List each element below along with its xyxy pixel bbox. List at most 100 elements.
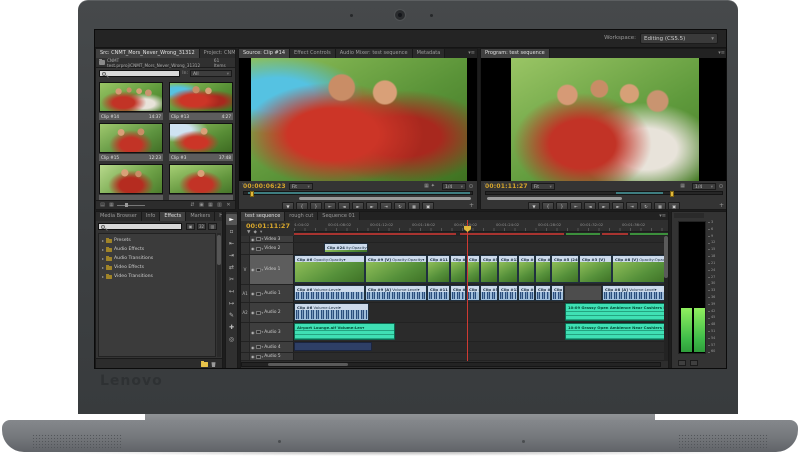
ripple-edit-tool[interactable]: ⇤ [226, 238, 237, 249]
rolling-edit-tool[interactable]: ⇥ [226, 250, 237, 261]
collapse-arrow-icon[interactable]: ▾ [262, 330, 264, 334]
timeline-clip[interactable]: Clip #12 [498, 285, 518, 301]
go-to-out-icon[interactable]: ⇥ [626, 202, 638, 210]
source-scrub-bar[interactable] [243, 191, 473, 195]
play-icon[interactable]: ► [352, 202, 364, 210]
timeline-clip[interactable]: Clip #5 (24%) Fy▾ [551, 255, 579, 283]
track-header[interactable]: ◉▾Audio 4 [241, 342, 294, 352]
clear-icon[interactable]: ✕ [225, 202, 232, 208]
icon-view-icon[interactable]: ▦ [108, 202, 115, 208]
slide-tool[interactable]: ↦ [226, 298, 237, 309]
collapse-arrow-icon[interactable]: ▾ [262, 292, 264, 296]
eye-icon[interactable]: ◉ [251, 246, 255, 251]
project-clip-item[interactable]: Clip #134:27 [168, 80, 235, 121]
track-assign-tag[interactable] [241, 236, 250, 242]
step-forward-icon[interactable]: ► [366, 202, 378, 210]
effects-scrollbar[interactable] [217, 233, 221, 357]
lock-toggle-icon[interactable] [256, 355, 261, 359]
clip-thumbnail[interactable] [169, 82, 233, 112]
collapse-arrow-icon[interactable]: ▾ [262, 247, 264, 251]
set-markers-icon[interactable]: ◆ [253, 230, 256, 235]
add-marker-icon[interactable]: ▼ [528, 202, 540, 210]
lock-toggle-icon[interactable] [256, 345, 261, 349]
track-header[interactable]: V◉▾Video 1 [241, 255, 294, 284]
track-assign-tag[interactable] [241, 353, 250, 360]
track-header[interactable]: ◉▾Audio 5 [241, 353, 294, 360]
step-back-icon[interactable]: ◄ [338, 202, 350, 210]
collapse-arrow-icon[interactable]: ▾ [262, 345, 264, 349]
filter-dropdown[interactable]: All▾ [190, 70, 232, 77]
export-frame-icon[interactable]: ▣ [422, 202, 434, 210]
program-playhead-marker[interactable] [670, 191, 674, 197]
loop-icon[interactable]: ↻ [394, 202, 406, 210]
project-clip-item[interactable]: Clip #337:48 [168, 121, 235, 162]
track-lane[interactable]: Clip #6 Volume:Level▾10:09 Grassy Open A… [294, 303, 669, 322]
eye-icon[interactable]: ◉ [251, 330, 255, 335]
loop-icon[interactable]: ↻ [640, 202, 652, 210]
mark-in-icon[interactable]: { [296, 202, 308, 210]
sequence-tab[interactable]: test sequence [241, 212, 285, 221]
source-tab[interactable]: Source: Clip #14 [239, 49, 290, 58]
new-item-icon[interactable]: ▥ [216, 202, 223, 208]
effects-tab[interactable]: Effects [160, 212, 186, 221]
source-tab[interactable]: Effect Controls [290, 49, 336, 58]
solo-left-icon[interactable] [678, 360, 686, 366]
add-marker-icon[interactable]: ▼ [282, 202, 294, 210]
safe-margins-icon[interactable]: ▦ [654, 202, 666, 210]
effects-folder-row[interactable]: ▸Audio Effects [99, 245, 215, 254]
timeline-clip[interactable]: Airport Lounge.aif Volume:Lev▾ [294, 323, 395, 340]
export-frame-icon[interactable]: ▣ [668, 202, 680, 210]
timeline-clip[interactable]: 10:09 Grassy Open Ambience Near Cashiers… [565, 303, 667, 321]
play-icon[interactable]: ► [598, 202, 610, 210]
marker-menu-icon[interactable]: ▾ [260, 230, 262, 235]
effects-tab[interactable]: History [215, 212, 222, 221]
lock-toggle-icon[interactable] [256, 330, 261, 334]
clip-thumbnail[interactable] [99, 123, 163, 153]
safe-margins-icon[interactable]: ▦ [424, 183, 429, 189]
track-assign-tag[interactable] [241, 342, 250, 352]
track-header[interactable]: A2◉▾Audio 2 [241, 303, 294, 322]
track-select-tool[interactable]: ▫ [226, 226, 237, 237]
program-resolution-dropdown[interactable]: 1/4▾ [692, 183, 716, 190]
track-header[interactable]: A1◉▾Audio 1 [241, 285, 294, 302]
timeline-clip[interactable]: Clip #11 [V] [427, 255, 450, 283]
source-tab[interactable]: Metadata [413, 49, 446, 58]
effects-tab[interactable]: Info [142, 212, 160, 221]
go-to-in-icon[interactable]: ⇤ [324, 202, 336, 210]
track-lane[interactable] [294, 353, 669, 360]
track-header[interactable]: ◉▾Video 3 [241, 236, 294, 242]
safe-margins-icon[interactable]: ▦ [680, 183, 685, 189]
effects-tab[interactable]: Media Browser [96, 212, 142, 221]
chevron-right-icon[interactable]: ▸ [102, 256, 104, 261]
track-lane[interactable]: Clip #24 ity:Opacity▾ [294, 243, 669, 254]
output-icon[interactable]: ✦ [431, 183, 435, 189]
chevron-right-icon[interactable]: ▸ [102, 238, 104, 243]
thumbnail-zoom-slider[interactable] [117, 205, 145, 206]
project-clip-item[interactable] [168, 162, 235, 202]
timeline-clip[interactable]: Clip #11 [518, 255, 535, 283]
timeline-clip[interactable]: 10:09 Grassy Open Ambience Near Cashiers… [565, 323, 667, 340]
safe-margins-icon[interactable]: ▦ [408, 202, 420, 210]
program-zoom-scrollbar[interactable] [487, 197, 622, 200]
effects-tab[interactable]: Markers [186, 212, 215, 221]
new-bin-icon[interactable]: ▦ [207, 202, 214, 208]
mark-out-icon[interactable]: } [556, 202, 568, 210]
hand-tool[interactable]: ✚ [226, 322, 237, 333]
track-header[interactable]: ◉▾Video 2 [241, 243, 294, 254]
lock-toggle-icon[interactable] [256, 268, 261, 272]
timeline-horizontal-scrollbar[interactable] [241, 362, 661, 367]
magnifier-icon[interactable] [719, 184, 723, 188]
project-search-input[interactable] [99, 70, 180, 77]
eye-icon[interactable]: ◉ [251, 345, 255, 350]
chevron-right-icon[interactable]: ▸ [102, 247, 104, 252]
lock-toggle-icon[interactable] [256, 311, 261, 315]
timeline-ruler[interactable]: 00:01:04:0200:01:08:0200:01:12:0200:01:1… [294, 220, 669, 232]
lock-toggle-icon[interactable] [256, 247, 261, 251]
timeline-clip[interactable]: Clip #3 [V] [579, 255, 612, 283]
timeline-clip[interactable]: Clip #12 [498, 255, 518, 283]
eye-icon[interactable]: ◉ [251, 291, 255, 296]
rate-stretch-tool[interactable]: ⇄ [226, 262, 237, 273]
timeline-clip[interactable] [564, 285, 602, 301]
clip-thumbnail[interactable] [99, 82, 163, 112]
eye-icon[interactable]: ◉ [251, 237, 255, 242]
